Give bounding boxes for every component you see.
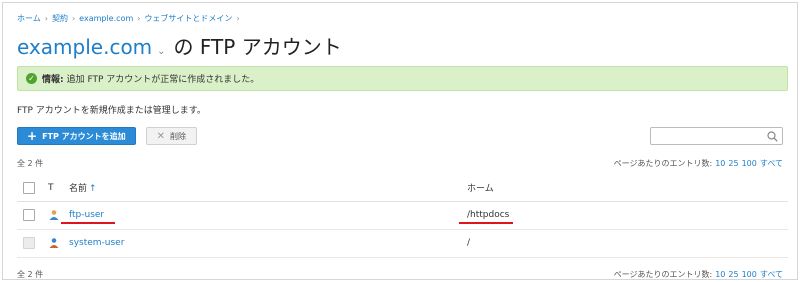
ftp-accounts-table: T 名前 ↑ ホーム ftp-user /httpdocs system-use… [17, 175, 788, 258]
breadcrumb-separator: › [137, 14, 141, 23]
check-circle-icon: ✓ [26, 73, 37, 84]
select-all-checkbox[interactable] [23, 181, 35, 194]
home-cell: /httpdocs [467, 201, 788, 229]
pagination-bottom: ページあたりのエントリ数: 10 25 100 すべて [614, 269, 783, 280]
breadcrumb-domain[interactable]: example.com [79, 14, 133, 23]
breadcrumb: ホーム › 契約 › example.com › ウェブサイトとドメイン › [17, 13, 244, 24]
page-frame: ホーム › 契約 › example.com › ウェブサイトとドメイン › example.… [2, 2, 798, 280]
per-page-100[interactable]: 100 [742, 270, 757, 279]
name-header-label: 名前 [69, 184, 88, 195]
sort-ascending-icon: ↑ [89, 184, 97, 195]
home-column-header[interactable]: ホーム [467, 175, 788, 201]
per-page-label: ページあたりのエントリ数: [613, 270, 713, 279]
ftp-user-icon [49, 210, 59, 220]
item-count: 全 2 件 [17, 159, 44, 168]
success-message: ✓ 情報: 追加 FTP アカウントが正常に作成されました。 [17, 66, 788, 91]
home-directory: / [467, 238, 471, 248]
breadcrumb-separator: › [236, 14, 240, 23]
page-description: FTP アカウントを新規作成または管理します。 [17, 106, 206, 116]
per-page-25[interactable]: 25 [728, 270, 738, 279]
per-page-100[interactable]: 100 [742, 159, 757, 168]
page-title: example.com ⌄ の FTP アカウント [17, 31, 342, 60]
table-row: ftp-user /httpdocs [17, 201, 788, 229]
domain-switcher[interactable]: example.com [17, 35, 152, 59]
chevron-down-icon[interactable]: ⌄ [157, 46, 165, 57]
row-checkbox-disabled [23, 237, 35, 249]
breadcrumb-websites-domains[interactable]: ウェブサイトとドメイン [144, 14, 232, 23]
home-cell: / [467, 229, 788, 257]
type-cell [46, 229, 69, 257]
per-page-all[interactable]: すべて [760, 270, 783, 279]
row-select-cell [17, 201, 46, 229]
table-header-row: T 名前 ↑ ホーム [17, 175, 788, 201]
table-row: system-user / [17, 229, 788, 257]
toolbar: + FTP アカウントを追加 ✕ 削除 [17, 127, 198, 145]
account-name-link[interactable]: system-user [69, 238, 124, 248]
add-ftp-account-label: FTP アカウントを追加 [42, 131, 126, 141]
alert-label: 情報: [42, 75, 64, 85]
item-count-bottom: 全 2 件 [17, 270, 44, 279]
close-icon: ✕ [156, 130, 166, 142]
home-directory: /httpdocs [467, 210, 510, 220]
select-all-cell [17, 175, 46, 201]
per-page-25[interactable]: 25 [728, 159, 738, 168]
system-user-icon [49, 238, 59, 248]
type-column-header[interactable]: T [46, 175, 69, 201]
name-cell: ftp-user [69, 201, 467, 229]
per-page-10[interactable]: 10 [715, 159, 725, 168]
search-input[interactable] [650, 127, 783, 145]
annotation-underline-home [459, 222, 513, 224]
delete-label: 削除 [170, 131, 187, 141]
breadcrumb-separator: › [44, 14, 48, 23]
breadcrumb-separator: › [71, 14, 76, 23]
name-column-header[interactable]: 名前 ↑ [69, 175, 467, 201]
row-select-cell [17, 229, 46, 257]
search-icon [767, 131, 778, 142]
name-cell: system-user [69, 229, 467, 257]
account-name-link[interactable]: ftp-user [69, 210, 104, 220]
breadcrumb-home[interactable]: ホーム [17, 14, 41, 23]
plus-icon: + [27, 129, 38, 143]
alert-text: 追加 FTP アカウントが正常に作成されました。 [66, 75, 260, 85]
type-cell [46, 201, 69, 229]
page-title-suffix: の FTP アカウント [173, 35, 342, 59]
row-checkbox[interactable] [23, 209, 35, 221]
per-page-label: ページあたりのエントリ数: [613, 159, 713, 168]
add-ftp-account-button[interactable]: + FTP アカウントを追加 [17, 127, 136, 145]
per-page-all[interactable]: すべて [760, 159, 783, 168]
delete-button[interactable]: ✕ 削除 [145, 127, 198, 145]
pagination: ページあたりのエントリ数: 10 25 100 すべて [614, 158, 783, 169]
per-page-10[interactable]: 10 [715, 270, 725, 279]
breadcrumb-subscriptions[interactable]: 契約 [52, 14, 68, 23]
annotation-underline-name [61, 222, 115, 224]
